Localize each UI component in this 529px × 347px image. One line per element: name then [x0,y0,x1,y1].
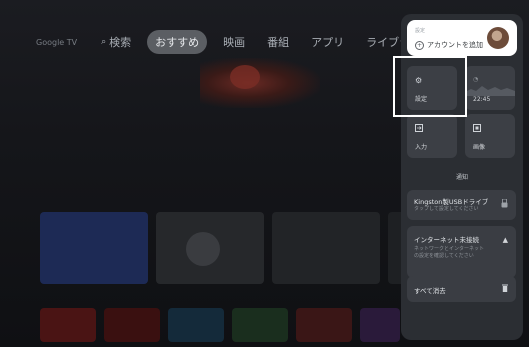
notification-subtitle: タップして設定してください [414,206,479,212]
top-navigation: Google TV ⌕ 検索 おすすめ 映画 番組 アプリ ライブラリ [36,30,427,54]
content-tile[interactable] [272,212,380,284]
account-card[interactable]: 設定 + アカウントを追加 [407,20,517,56]
input-icon [415,124,423,134]
input-tile[interactable]: 入力 [407,114,457,158]
picture-tile-label: 画像 [473,144,486,151]
content-tile[interactable] [40,212,148,284]
picture-icon [473,124,481,134]
notifications-header: 通知 [455,174,468,181]
google-tv-logo: Google TV [36,37,78,47]
avatar[interactable] [487,27,509,49]
add-account-label: アカウントを追加 [427,41,483,49]
app-tile[interactable] [104,308,160,342]
warning-icon: ▲ [502,236,508,244]
app-tile[interactable] [40,308,96,342]
nav-search[interactable]: ⌕ 検索 [95,30,137,54]
notification-usb-drive[interactable]: Kingston製USBドライブ タップして設定してください [407,190,516,220]
app-tile[interactable] [232,308,288,342]
picture-tile[interactable]: 画像 [465,114,515,158]
nav-search-label: 検索 [109,36,132,49]
tab-movies[interactable]: 映画 [217,30,251,54]
tab-shows[interactable]: 番組 [261,30,295,54]
content-tile[interactable] [156,212,264,284]
usb-icon [501,198,508,210]
clock-tile[interactable]: ◔ 22:45 [465,66,515,110]
trash-icon [502,284,508,294]
notification-title: Kingston製USBドライブ [414,198,489,206]
app-tile[interactable] [168,308,224,342]
add-account-row: + アカウントを追加 [415,40,483,50]
input-tile-label: 入力 [415,144,428,151]
notification-subtitle-line1: ネットワークとインターネット [414,246,485,252]
clock-time: 22:45 [473,96,491,103]
app-tile[interactable] [360,308,400,342]
tab-apps[interactable]: アプリ [305,30,350,54]
focus-highlight [393,56,467,117]
notification-subtitle-line2: の設定を確認してください [414,253,474,259]
tab-recommended[interactable]: おすすめ [147,30,208,54]
clear-all-button[interactable]: すべて消去 [407,276,516,302]
search-icon: ⌕ [101,37,107,47]
hero-artwork-detail [230,65,260,89]
clock-wave-graphic [465,86,515,96]
account-name: 設定 [415,28,426,34]
app-tile[interactable] [296,308,352,342]
hero-artwork [200,58,320,108]
add-circle-icon: + [415,40,424,50]
notification-title: インターネット未接続 [414,236,479,244]
notification-no-internet[interactable]: インターネット未接続 ネットワークとインターネット の設定を確認してください ▲ [407,226,516,278]
clear-all-label: すべて消去 [414,287,446,295]
